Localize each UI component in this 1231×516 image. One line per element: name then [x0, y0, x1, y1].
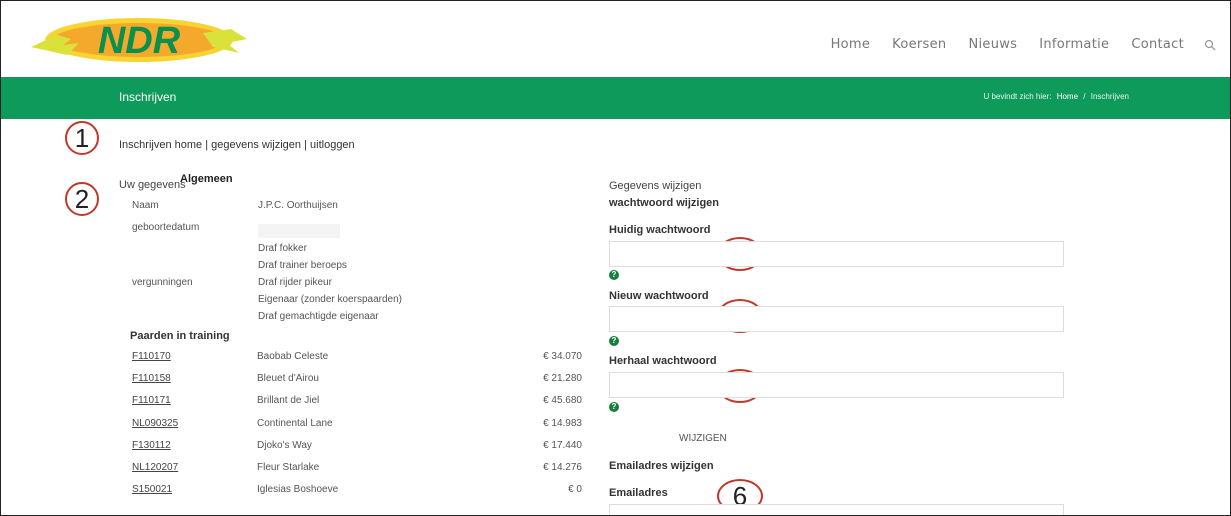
- browser-page: NDR Home Koersen Nieuws Informatie Conta…: [0, 0, 1231, 516]
- edit-heading: Gegevens wijzigen: [609, 180, 702, 192]
- name-label: Naam: [132, 200, 159, 211]
- search-icon[interactable]: [1204, 39, 1216, 51]
- horse-name: Baobab Celeste: [257, 351, 329, 362]
- horse-code-link[interactable]: F130112: [132, 440, 171, 451]
- license-item: Draf trainer beroeps: [258, 260, 347, 271]
- current-password-input[interactable]: [609, 241, 1064, 267]
- account-subnav: Inschrijven home | gegevens wijzigen | u…: [119, 139, 355, 151]
- step-marker-2: 2: [65, 182, 99, 216]
- repeat-password-input[interactable]: [609, 372, 1064, 398]
- horse-code-link[interactable]: NL120207: [132, 462, 178, 473]
- nav-informatie[interactable]: Informatie: [1039, 37, 1109, 52]
- horse-code-link[interactable]: F110158: [132, 373, 171, 384]
- horses-heading: Paarden in training: [130, 330, 230, 342]
- birthdate-label: geboortedatum: [132, 222, 200, 233]
- horse-prize: € 34.070: [543, 351, 582, 362]
- horse-name: Bleuet d'Airou: [257, 373, 319, 384]
- breadcrumb-prefix: U bevindt zich hier:: [983, 92, 1052, 101]
- help-icon[interactable]: ?: [609, 402, 619, 412]
- horse-prize: € 0: [568, 484, 582, 495]
- horse-row: NL120207 Fleur Starlake € 14.276: [132, 462, 582, 478]
- horse-row: S150021 Iglesias Boshoeve € 0: [132, 484, 582, 500]
- horse-code-link[interactable]: S150021: [132, 484, 172, 495]
- breadcrumb-home[interactable]: Home: [1057, 92, 1078, 101]
- horse-prize: € 14.276: [543, 462, 582, 473]
- page-title-bar: Inschrijven U bevindt zich hier: Home / …: [1, 77, 1230, 119]
- license-item: Draf fokker: [258, 243, 307, 254]
- horse-prize: € 45.680: [543, 395, 582, 406]
- horse-prize: € 14.983: [543, 418, 582, 429]
- ndr-logo[interactable]: NDR: [27, 13, 251, 65]
- new-password-input[interactable]: [609, 306, 1064, 332]
- step-marker-1: 1: [65, 121, 99, 155]
- horse-row: F110158 Bleuet d'Airou € 21.280: [132, 373, 582, 389]
- help-icon[interactable]: ?: [609, 270, 619, 280]
- licenses-label: vergunningen: [132, 277, 193, 288]
- subnav-logout-link[interactable]: uitloggen: [310, 139, 355, 151]
- user-details-label: Uw gegevens: [119, 179, 186, 191]
- horse-name: Fleur Starlake: [257, 462, 320, 473]
- email-label: Emailadres: [609, 487, 668, 499]
- breadcrumb: U bevindt zich hier: Home / Inschrijven: [983, 92, 1132, 101]
- horse-prize: € 17.440: [543, 440, 582, 451]
- nav-koersen[interactable]: Koersen: [892, 37, 946, 52]
- horse-row: F130112 Djoko's Way € 17.440: [132, 440, 582, 456]
- horse-code-link[interactable]: NL090325: [132, 418, 178, 429]
- license-item: Eigenaar (zonder koerspaarden): [258, 294, 402, 305]
- horse-code-link[interactable]: F110171: [132, 395, 171, 406]
- license-item: Draf gemachtigde eigenaar: [258, 311, 379, 322]
- horse-name: Continental Lane: [257, 418, 333, 429]
- horse-row: F110171 Brillant de Jiel € 45.680: [132, 395, 582, 411]
- nav-home[interactable]: Home: [831, 37, 871, 52]
- breadcrumb-separator: /: [1083, 92, 1086, 101]
- horse-name: Iglesias Boshoeve: [257, 484, 339, 495]
- license-item: Draf rijder pikeur: [258, 277, 332, 288]
- email-heading: Emailadres wijzigen: [609, 460, 714, 472]
- horse-code-link[interactable]: F110170: [132, 351, 171, 362]
- subnav-separator: |: [205, 139, 209, 151]
- subnav-home-link[interactable]: Inschrijven home: [119, 139, 202, 151]
- current-password-label: Huidig wachtwoord: [609, 224, 711, 236]
- email-input[interactable]: [609, 504, 1064, 515]
- subnav-separator: |: [304, 139, 307, 151]
- password-heading: wachtwoord wijzigen: [609, 197, 720, 209]
- svg-text:NDR: NDR: [98, 20, 181, 62]
- main-nav: Home Koersen Nieuws Informatie Contact: [809, 37, 1216, 52]
- submit-password-button[interactable]: WIJZIGEN: [679, 433, 727, 444]
- new-password-label: Nieuw wachtwoord: [609, 290, 709, 302]
- horse-name: Djoko's Way: [257, 440, 312, 451]
- nav-nieuws[interactable]: Nieuws: [968, 37, 1017, 52]
- breadcrumb-current: Inschrijven: [1090, 92, 1129, 101]
- help-icon[interactable]: ?: [609, 336, 619, 346]
- birthdate-value: [258, 224, 340, 238]
- name-value: J.P.C. Oorthuijsen: [258, 200, 338, 211]
- nav-contact[interactable]: Contact: [1131, 37, 1184, 52]
- horse-name: Brillant de Jiel: [257, 395, 320, 406]
- horse-prize: € 21.280: [543, 373, 582, 384]
- subnav-edit-link[interactable]: gegevens wijzigen: [211, 139, 301, 151]
- page-title: Inschrijven: [119, 90, 177, 104]
- repeat-password-label: Herhaal wachtwoord: [609, 355, 717, 367]
- horse-row: NL090325 Continental Lane € 14.983: [132, 418, 582, 434]
- site-header: NDR Home Koersen Nieuws Informatie Conta…: [1, 1, 1230, 77]
- general-heading: Algemeen: [180, 173, 233, 185]
- horse-row: F110170 Baobab Celeste € 34.070: [132, 351, 582, 367]
